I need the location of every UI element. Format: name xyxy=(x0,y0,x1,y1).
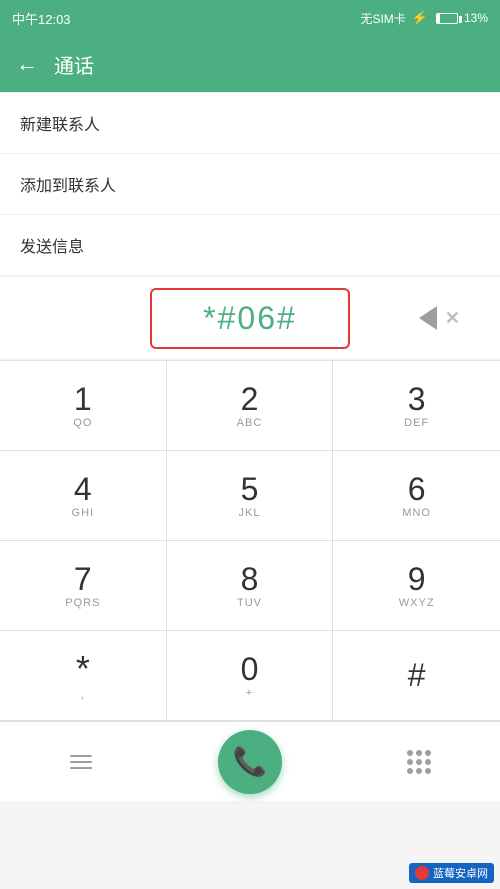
key-2-letters: ABC xyxy=(237,417,263,429)
key-7[interactable]: 7 PQRS xyxy=(0,541,167,631)
key-star-number: * xyxy=(76,651,90,687)
status-bar: 中午12:03 无SIM卡 ⚡ 13% xyxy=(0,0,500,36)
grid-icon xyxy=(407,750,431,774)
call-button[interactable]: 📞 xyxy=(218,730,282,794)
key-1-letters: QO xyxy=(73,417,92,429)
key-0-number: 0 xyxy=(241,653,259,685)
back-button[interactable]: ← xyxy=(16,51,38,77)
dial-input-area: *#06# ✕ xyxy=(0,278,500,358)
key-star[interactable]: * , xyxy=(0,631,167,721)
signal-icon: ⚡ xyxy=(412,10,428,26)
key-8-number: 8 xyxy=(241,563,259,595)
key-9-number: 9 xyxy=(408,563,426,595)
key-3-letters: DEF xyxy=(404,417,429,429)
status-icons: 无SIM卡 ⚡ 13% xyxy=(360,10,488,27)
bottom-bar: 📞 xyxy=(0,721,500,801)
key-7-letters: PQRS xyxy=(65,597,100,609)
key-5[interactable]: 5 JKL xyxy=(167,451,334,541)
header-title: 通话 xyxy=(54,50,94,79)
key-8-letters: TUV xyxy=(237,597,262,609)
key-0[interactable]: 0 + xyxy=(167,631,334,721)
key-6-number: 6 xyxy=(408,473,426,505)
menu-item-new-contact[interactable]: 新建联系人 xyxy=(0,92,500,154)
key-8[interactable]: 8 TUV xyxy=(167,541,334,631)
key-6[interactable]: 6 MNO xyxy=(333,451,500,541)
key-9[interactable]: 9 WXYZ xyxy=(333,541,500,631)
watermark-logo xyxy=(415,866,429,880)
menu-item-send-message[interactable]: 发送信息 xyxy=(0,215,500,276)
key-1-number: 1 xyxy=(74,383,92,415)
key-7-number: 7 xyxy=(74,563,92,595)
battery-percent: 13% xyxy=(464,11,488,25)
key-4-letters: GHI xyxy=(72,507,95,519)
key-2[interactable]: 2 ABC xyxy=(167,361,334,451)
sim-label: 无SIM卡 xyxy=(360,10,405,27)
key-5-number: 5 xyxy=(241,473,259,505)
key-4-number: 4 xyxy=(74,473,92,505)
header: ← 通话 xyxy=(0,36,500,92)
keypad: 1 QO 2 ABC 3 DEF 4 GHI 5 JKL 6 MNO 7 PQR… xyxy=(0,360,500,721)
key-5-letters: JKL xyxy=(239,507,261,519)
phone-icon: 📞 xyxy=(233,745,268,778)
key-hash-number: # xyxy=(408,659,426,691)
menu-item-add-contact[interactable]: 添加到联系人 xyxy=(0,154,500,215)
backspace-x-icon: ✕ xyxy=(445,308,460,329)
dial-display: *#06# xyxy=(150,288,350,349)
key-0-letters: + xyxy=(246,687,253,699)
key-4[interactable]: 4 GHI xyxy=(0,451,167,541)
watermark-text: 蓝莓安卓网 xyxy=(433,865,488,881)
battery-icon xyxy=(436,13,458,24)
watermark: 蓝莓安卓网 xyxy=(409,863,494,883)
hamburger-button[interactable] xyxy=(57,738,105,786)
key-6-letters: MNO xyxy=(402,507,431,519)
hamburger-icon xyxy=(70,755,92,769)
grid-button[interactable] xyxy=(395,738,443,786)
backspace-button[interactable]: ✕ xyxy=(419,306,460,330)
key-hash[interactable]: # xyxy=(333,631,500,721)
key-3[interactable]: 3 DEF xyxy=(333,361,500,451)
key-3-number: 3 xyxy=(408,383,426,415)
key-star-letters: , xyxy=(81,689,85,701)
status-time: 中午12:03 xyxy=(12,9,71,28)
key-2-number: 2 xyxy=(241,383,259,415)
time-label: 中午12:03 xyxy=(12,9,71,28)
key-1[interactable]: 1 QO xyxy=(0,361,167,451)
key-9-letters: WXYZ xyxy=(399,597,435,609)
arrow-left-icon xyxy=(419,306,437,330)
menu-list: 新建联系人 添加到联系人 发送信息 xyxy=(0,92,500,276)
